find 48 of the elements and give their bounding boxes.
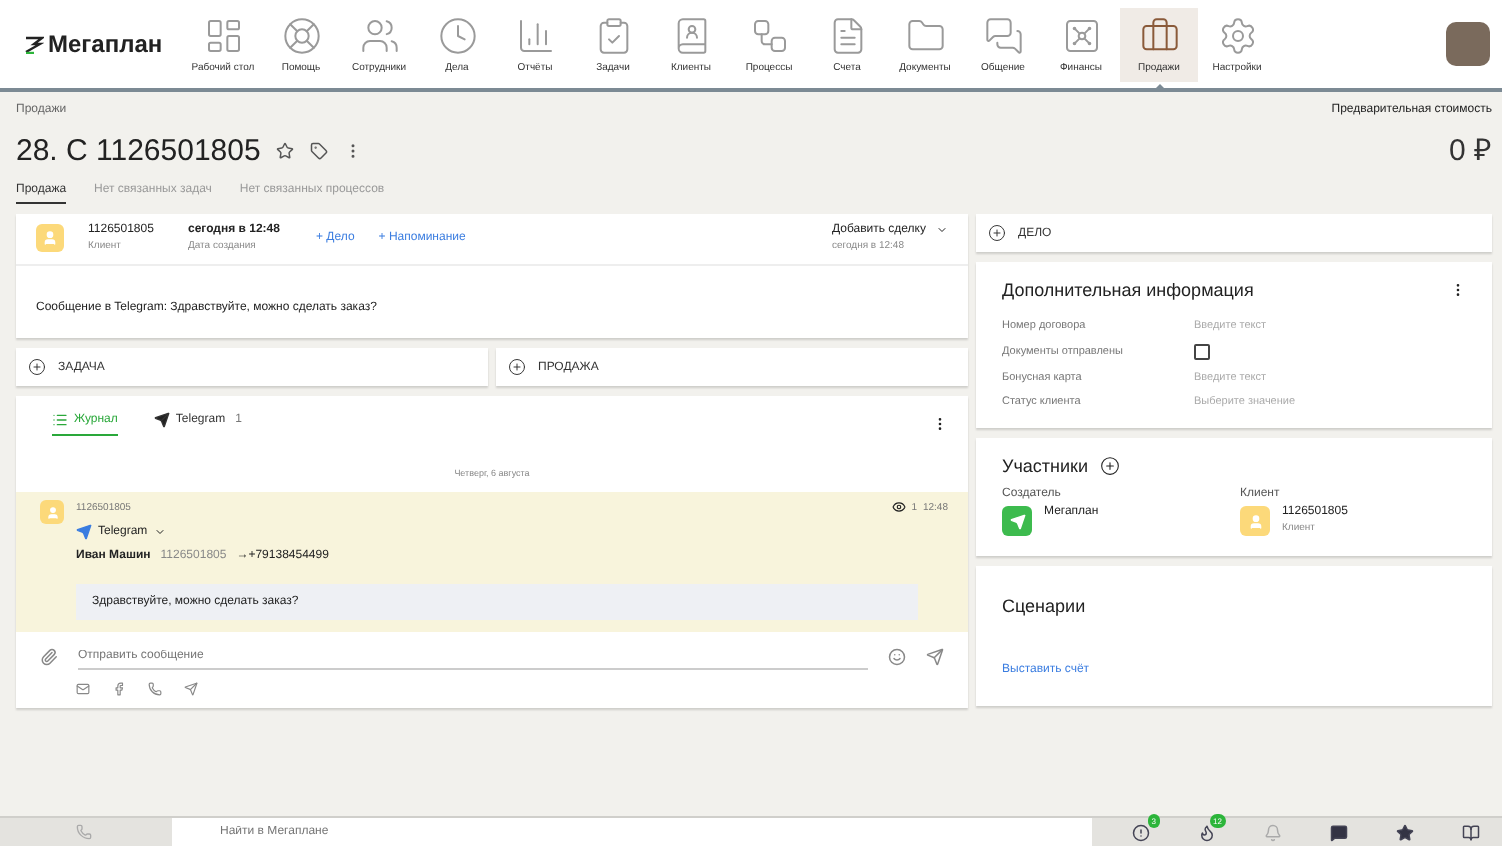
plus-circle-icon (988, 224, 1006, 242)
add-icon[interactable] (1100, 456, 1120, 476)
cost-value: 0 ₽ (1448, 132, 1492, 168)
people-icon (359, 15, 399, 55)
client-avatar (36, 224, 64, 252)
paper-plane-icon (153, 412, 170, 428)
attach-icon[interactable] (40, 648, 58, 666)
plus-circle-icon (508, 358, 526, 376)
client-avatar (1240, 506, 1270, 536)
lifebuoy-icon (281, 15, 321, 55)
alert-icon[interactable] (1132, 823, 1150, 841)
clock-icon (437, 15, 477, 55)
star-icon[interactable] (1396, 823, 1414, 841)
paper-plane-icon (76, 524, 92, 540)
book-icon[interactable] (1462, 823, 1480, 841)
safe-icon (1061, 15, 1101, 55)
company-logo-icon (1002, 506, 1032, 536)
mail-icon[interactable] (76, 682, 90, 696)
user-avatar[interactable] (1446, 22, 1490, 66)
settings-icon (1217, 15, 1257, 55)
emoji-icon[interactable] (888, 648, 906, 666)
section-title: Дополнительная информация (1002, 280, 1254, 300)
flowchart-icon (749, 15, 789, 55)
logo-icon (24, 34, 44, 54)
section-title: Сценарии (1002, 596, 1086, 616)
sender-avatar (40, 500, 64, 524)
dashboard-icon (203, 15, 243, 55)
paper-plane-icon[interactable] (184, 682, 198, 696)
send-icon[interactable] (926, 648, 944, 666)
checkbox[interactable] (1194, 344, 1210, 360)
section-title: Участники (1002, 456, 1088, 476)
flame-icon[interactable] (1198, 823, 1216, 841)
deal-title: 28. С 1126501805 (16, 133, 261, 167)
chart-icon (515, 15, 555, 55)
star-icon[interactable] (276, 141, 295, 159)
list-icon (52, 412, 68, 428)
plus-circle-icon (28, 358, 46, 376)
briefcase-icon (1139, 15, 1179, 55)
facebook-icon[interactable] (112, 682, 126, 696)
dropdown-caret-icon[interactable] (153, 526, 166, 538)
views-icon (891, 500, 906, 514)
dropdown-caret-icon[interactable] (936, 224, 948, 236)
chat-icon (983, 15, 1023, 55)
chat-icon[interactable] (1330, 823, 1348, 841)
phone-icon[interactable] (148, 682, 162, 696)
tag-icon[interactable] (310, 141, 329, 159)
folder-icon (905, 15, 945, 55)
logo-text: Мегаплан (48, 30, 163, 58)
